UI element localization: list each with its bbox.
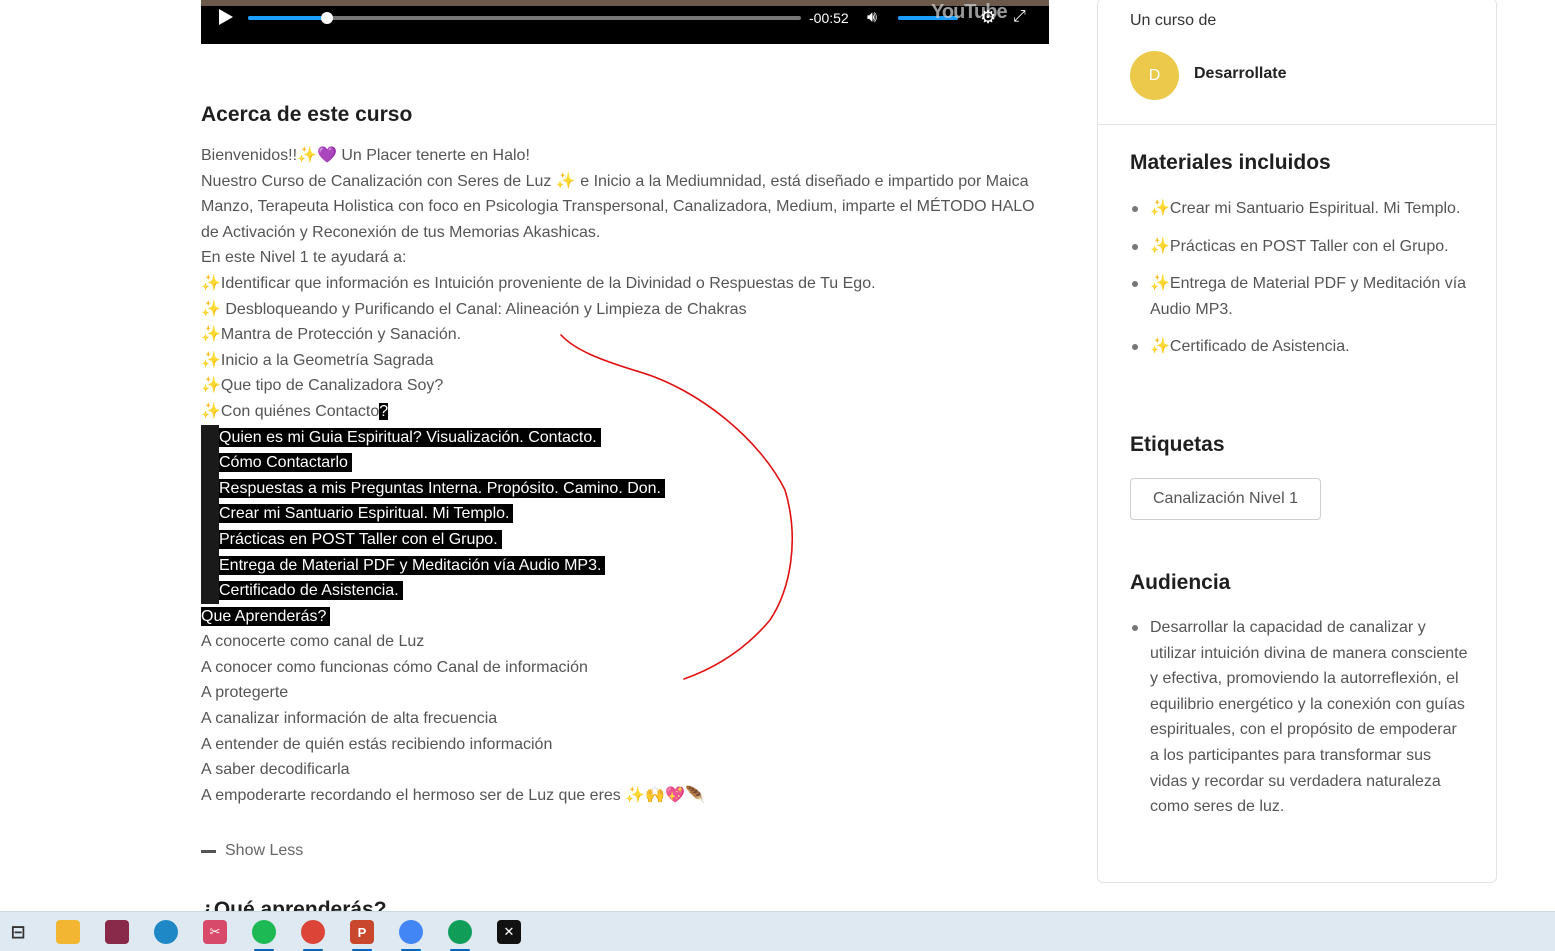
desc-line: ✨ Desbloqueando y Purificando el Canal: … (201, 300, 747, 318)
selection-indent (201, 552, 219, 579)
gear-icon[interactable]: ⚙︎ (980, 8, 996, 26)
selected-text: Certificado de Asistencia. (219, 581, 403, 601)
desc-line: En este Nivel 1 te ayudará a: (201, 249, 407, 267)
desc-line: Cómo Contactarlo (201, 450, 1041, 476)
progress-handle[interactable] (321, 12, 333, 24)
play-icon[interactable] (219, 9, 233, 25)
selected-text: Que Aprenderás? (201, 606, 331, 626)
materials-item: ✨Crear mi Santuario Espiritual. Mi Templ… (1130, 196, 1470, 222)
video-frame (201, 0, 1049, 6)
materials-list: ✨Crear mi Santuario Espiritual. Mi Templ… (1130, 196, 1470, 360)
audience-list: Desarrollar la capacidad de canalizar y … (1130, 615, 1470, 820)
chrome-profile-2-icon[interactable] (448, 920, 472, 944)
show-less-label: Show Less (225, 842, 304, 859)
author-avatar[interactable]: D (1130, 51, 1179, 100)
selection-indent (201, 475, 219, 502)
selection-indent (201, 450, 219, 476)
desc-line: Quien es mi Guia Espiritual? Visualizaci… (201, 424, 1041, 451)
desc-line: ✨Con quiénes Contacto? (201, 399, 1041, 425)
desc-line: A conocer como funcionas cómo Canal de i… (201, 658, 588, 676)
desc-line: A canalizar información de alta frecuenc… (201, 710, 498, 728)
windows-taskbar: ⊟ ✂ P ✕ (0, 911, 1555, 951)
selection-indent (201, 501, 219, 527)
selected-text: Crear mi Santuario Espiritual. Mi Templo… (219, 504, 514, 524)
materials-item: ✨Prácticas en POST Taller con el Grupo. (1130, 234, 1470, 260)
desc-line: A saber decodificarla (201, 761, 350, 779)
desc-line: Respuestas a mis Preguntas Interna. Prop… (201, 475, 1041, 502)
desc-line: ✨Inicio a la Geometría Sagrada (201, 351, 434, 369)
desc-line: Prácticas en POST Taller con el Grupo. (201, 526, 1041, 553)
desc-line: Entrega de Material PDF y Meditación vía… (201, 552, 1041, 579)
tag-canalizacion-nivel-1[interactable]: Canalización Nivel 1 (1130, 478, 1321, 520)
desc-line: A protegerte (201, 684, 289, 702)
sidebar-divider (1098, 124, 1496, 125)
desc-line: Nuestro Curso de Canalización con Seres … (201, 172, 1035, 241)
selected-text: Prácticas en POST Taller con el Grupo. (219, 529, 502, 549)
selection-indent (201, 424, 219, 451)
materials-item: ✨Entrega de Material PDF y Meditación ví… (1130, 271, 1470, 322)
desc-line: ✨Que tipo de Canalizadora Soy? (201, 377, 444, 395)
volume-icon[interactable]: 🔊︎ (867, 10, 877, 26)
winrar-icon[interactable] (105, 920, 129, 944)
desc-line: A conocerte como canal de Luz (201, 633, 425, 651)
selected-text: Cómo Contactarlo (219, 453, 352, 473)
spotify-icon[interactable] (252, 920, 276, 944)
desc-line: Bienvenidos!!✨💜 Un Placer tenerte en Hal… (201, 147, 530, 164)
materials-heading: Materiales incluidos (1130, 151, 1331, 174)
desc-line: ✨Identificar que información es Intuició… (201, 274, 876, 292)
video-player[interactable]: -00:52 🔊︎ YouTube ⚙︎ ⤢ (201, 0, 1049, 44)
desc-line: A empoderarte recordando el hermoso ser … (201, 786, 705, 804)
time-remaining: -00:52 (809, 10, 849, 26)
selected-text: Entrega de Material PDF y Meditación vía… (219, 555, 606, 575)
task-view-icon[interactable]: ⊟ (6, 920, 30, 944)
powerpoint-icon[interactable]: P (350, 920, 374, 944)
selected-text: ? (379, 402, 389, 420)
materials-item: ✨Certificado de Asistencia. (1130, 334, 1470, 360)
selected-text: Quien es mi Guia Espiritual? Visualizaci… (219, 427, 601, 447)
progress-played (248, 16, 327, 20)
course-description: Bienvenidos!!✨💜 Un Placer tenerte en Hal… (201, 143, 1041, 808)
selection-indent (201, 526, 219, 553)
chrome-profile-icon[interactable] (399, 920, 423, 944)
about-course-heading: Acerca de este curso (201, 103, 413, 126)
minus-icon (201, 849, 216, 853)
desc-line: A entender de quién estás recibiendo inf… (201, 735, 553, 753)
author-name[interactable]: Desarrollate (1194, 65, 1287, 83)
course-sidebar: Un curso de D Desarrollate Materiales in… (1097, 0, 1497, 883)
audience-heading: Audiencia (1130, 571, 1231, 594)
tags-heading: Etiquetas (1130, 433, 1225, 456)
edge-icon[interactable] (154, 920, 178, 944)
file-explorer-icon[interactable] (56, 920, 80, 944)
course-by-label: Un curso de (1130, 12, 1217, 29)
progress-track[interactable] (248, 12, 801, 24)
desc-line-text: ✨Con quiénes Contacto (201, 402, 380, 420)
selection-indent (201, 578, 219, 604)
desc-line: ✨Mantra de Protección y Sanación. (201, 326, 462, 344)
capcut-icon[interactable]: ✕ (497, 920, 521, 944)
selected-text: Respuestas a mis Preguntas Interna. Prop… (219, 478, 665, 498)
snipping-tool-icon[interactable]: ✂ (203, 920, 227, 944)
desc-line: Certificado de Asistencia. (201, 578, 1041, 604)
desc-line: Que Aprenderás? (201, 604, 1041, 630)
chrome-icon[interactable] (301, 920, 325, 944)
show-less-button[interactable]: Show Less (201, 842, 303, 860)
audience-item: Desarrollar la capacidad de canalizar y … (1130, 615, 1470, 820)
desc-line: Crear mi Santuario Espiritual. Mi Templo… (201, 501, 1041, 527)
fullscreen-icon[interactable]: ⤢ (1013, 9, 1026, 25)
